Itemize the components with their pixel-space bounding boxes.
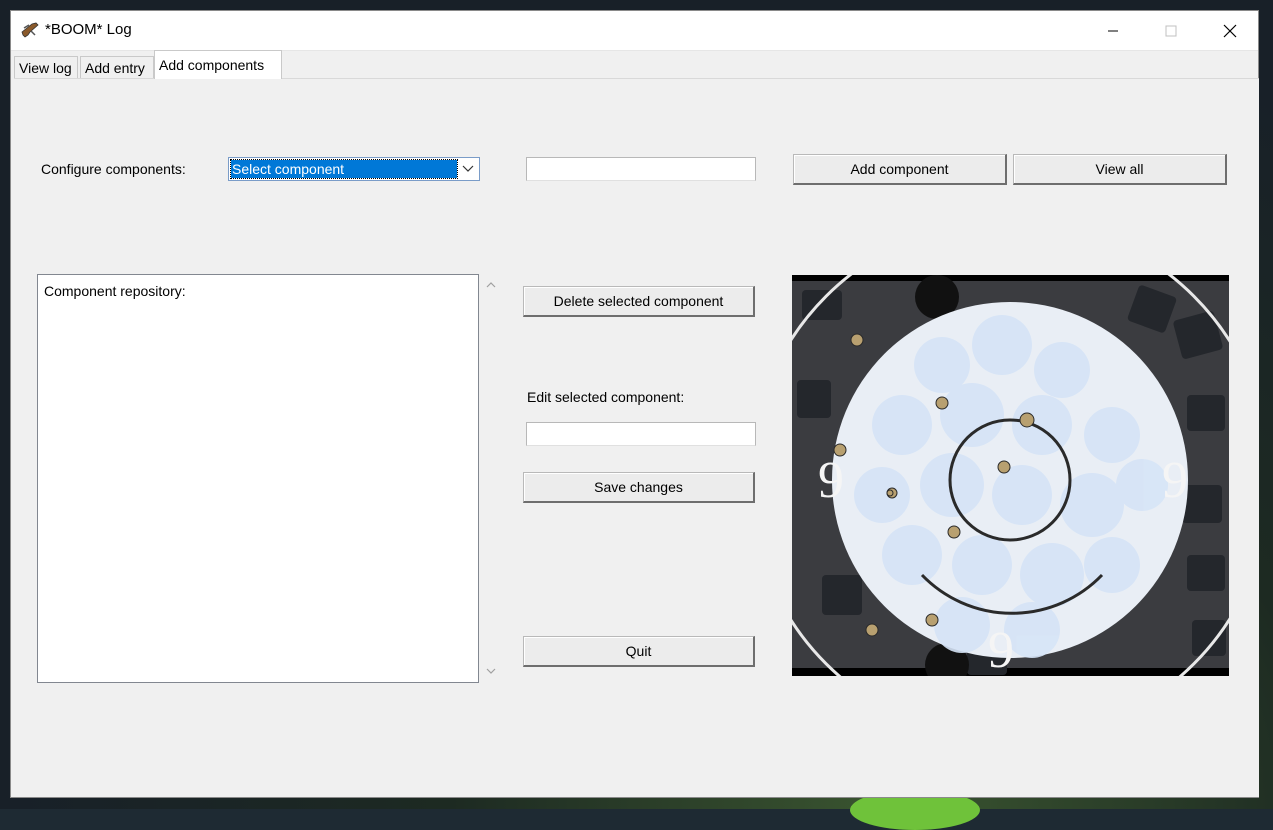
scroll-down-icon[interactable] bbox=[484, 664, 498, 678]
component-select-value: Select component bbox=[230, 159, 458, 179]
tab-add-components[interactable]: Add components bbox=[154, 50, 282, 79]
close-icon bbox=[1223, 24, 1237, 37]
save-changes-button[interactable]: Save changes bbox=[523, 472, 755, 503]
ring-number-bottom: 9 bbox=[988, 622, 1014, 676]
rifle-icon bbox=[21, 22, 39, 38]
delete-component-button[interactable]: Delete selected component bbox=[523, 286, 755, 317]
component-repository-label: Component repository: bbox=[44, 283, 186, 299]
component-repository-list[interactable]: Component repository: bbox=[37, 274, 479, 683]
maximize-icon bbox=[1165, 25, 1177, 36]
ring-number-right: 9 bbox=[1162, 452, 1188, 509]
view-all-button[interactable]: View all bbox=[1013, 154, 1227, 185]
ring-number-left: 9 bbox=[818, 452, 844, 509]
close-button[interactable] bbox=[1201, 11, 1259, 50]
window-title: *BOOM* Log bbox=[45, 21, 132, 38]
dropdown-button[interactable] bbox=[457, 158, 479, 180]
add-component-button[interactable]: Add component bbox=[793, 154, 1007, 185]
component-select[interactable]: Select component bbox=[228, 157, 480, 181]
maximize-button[interactable] bbox=[1142, 11, 1200, 50]
chevron-down-icon bbox=[462, 165, 474, 172]
app-window: *BOOM* Log View log Add entry Add compon… bbox=[10, 10, 1272, 798]
scroll-up-icon[interactable] bbox=[484, 278, 498, 292]
edit-component-label: Edit selected component: bbox=[527, 389, 685, 405]
title-bar: *BOOM* Log bbox=[11, 11, 1258, 51]
add-components-panel: Configure components: Select component A… bbox=[14, 78, 1272, 797]
quit-button[interactable]: Quit bbox=[523, 636, 755, 667]
target-image: 9 9 9 bbox=[748, 218, 1272, 742]
new-component-input[interactable] bbox=[526, 157, 756, 181]
minimize-button[interactable] bbox=[1084, 11, 1142, 50]
target-photo: 9 9 9 bbox=[748, 218, 1272, 742]
tab-view-log[interactable]: View log bbox=[14, 56, 78, 79]
edit-component-input[interactable] bbox=[526, 422, 756, 446]
configure-components-label: Configure components: bbox=[41, 161, 186, 177]
minimize-icon bbox=[1108, 30, 1118, 31]
tab-add-entry[interactable]: Add entry bbox=[80, 56, 154, 79]
